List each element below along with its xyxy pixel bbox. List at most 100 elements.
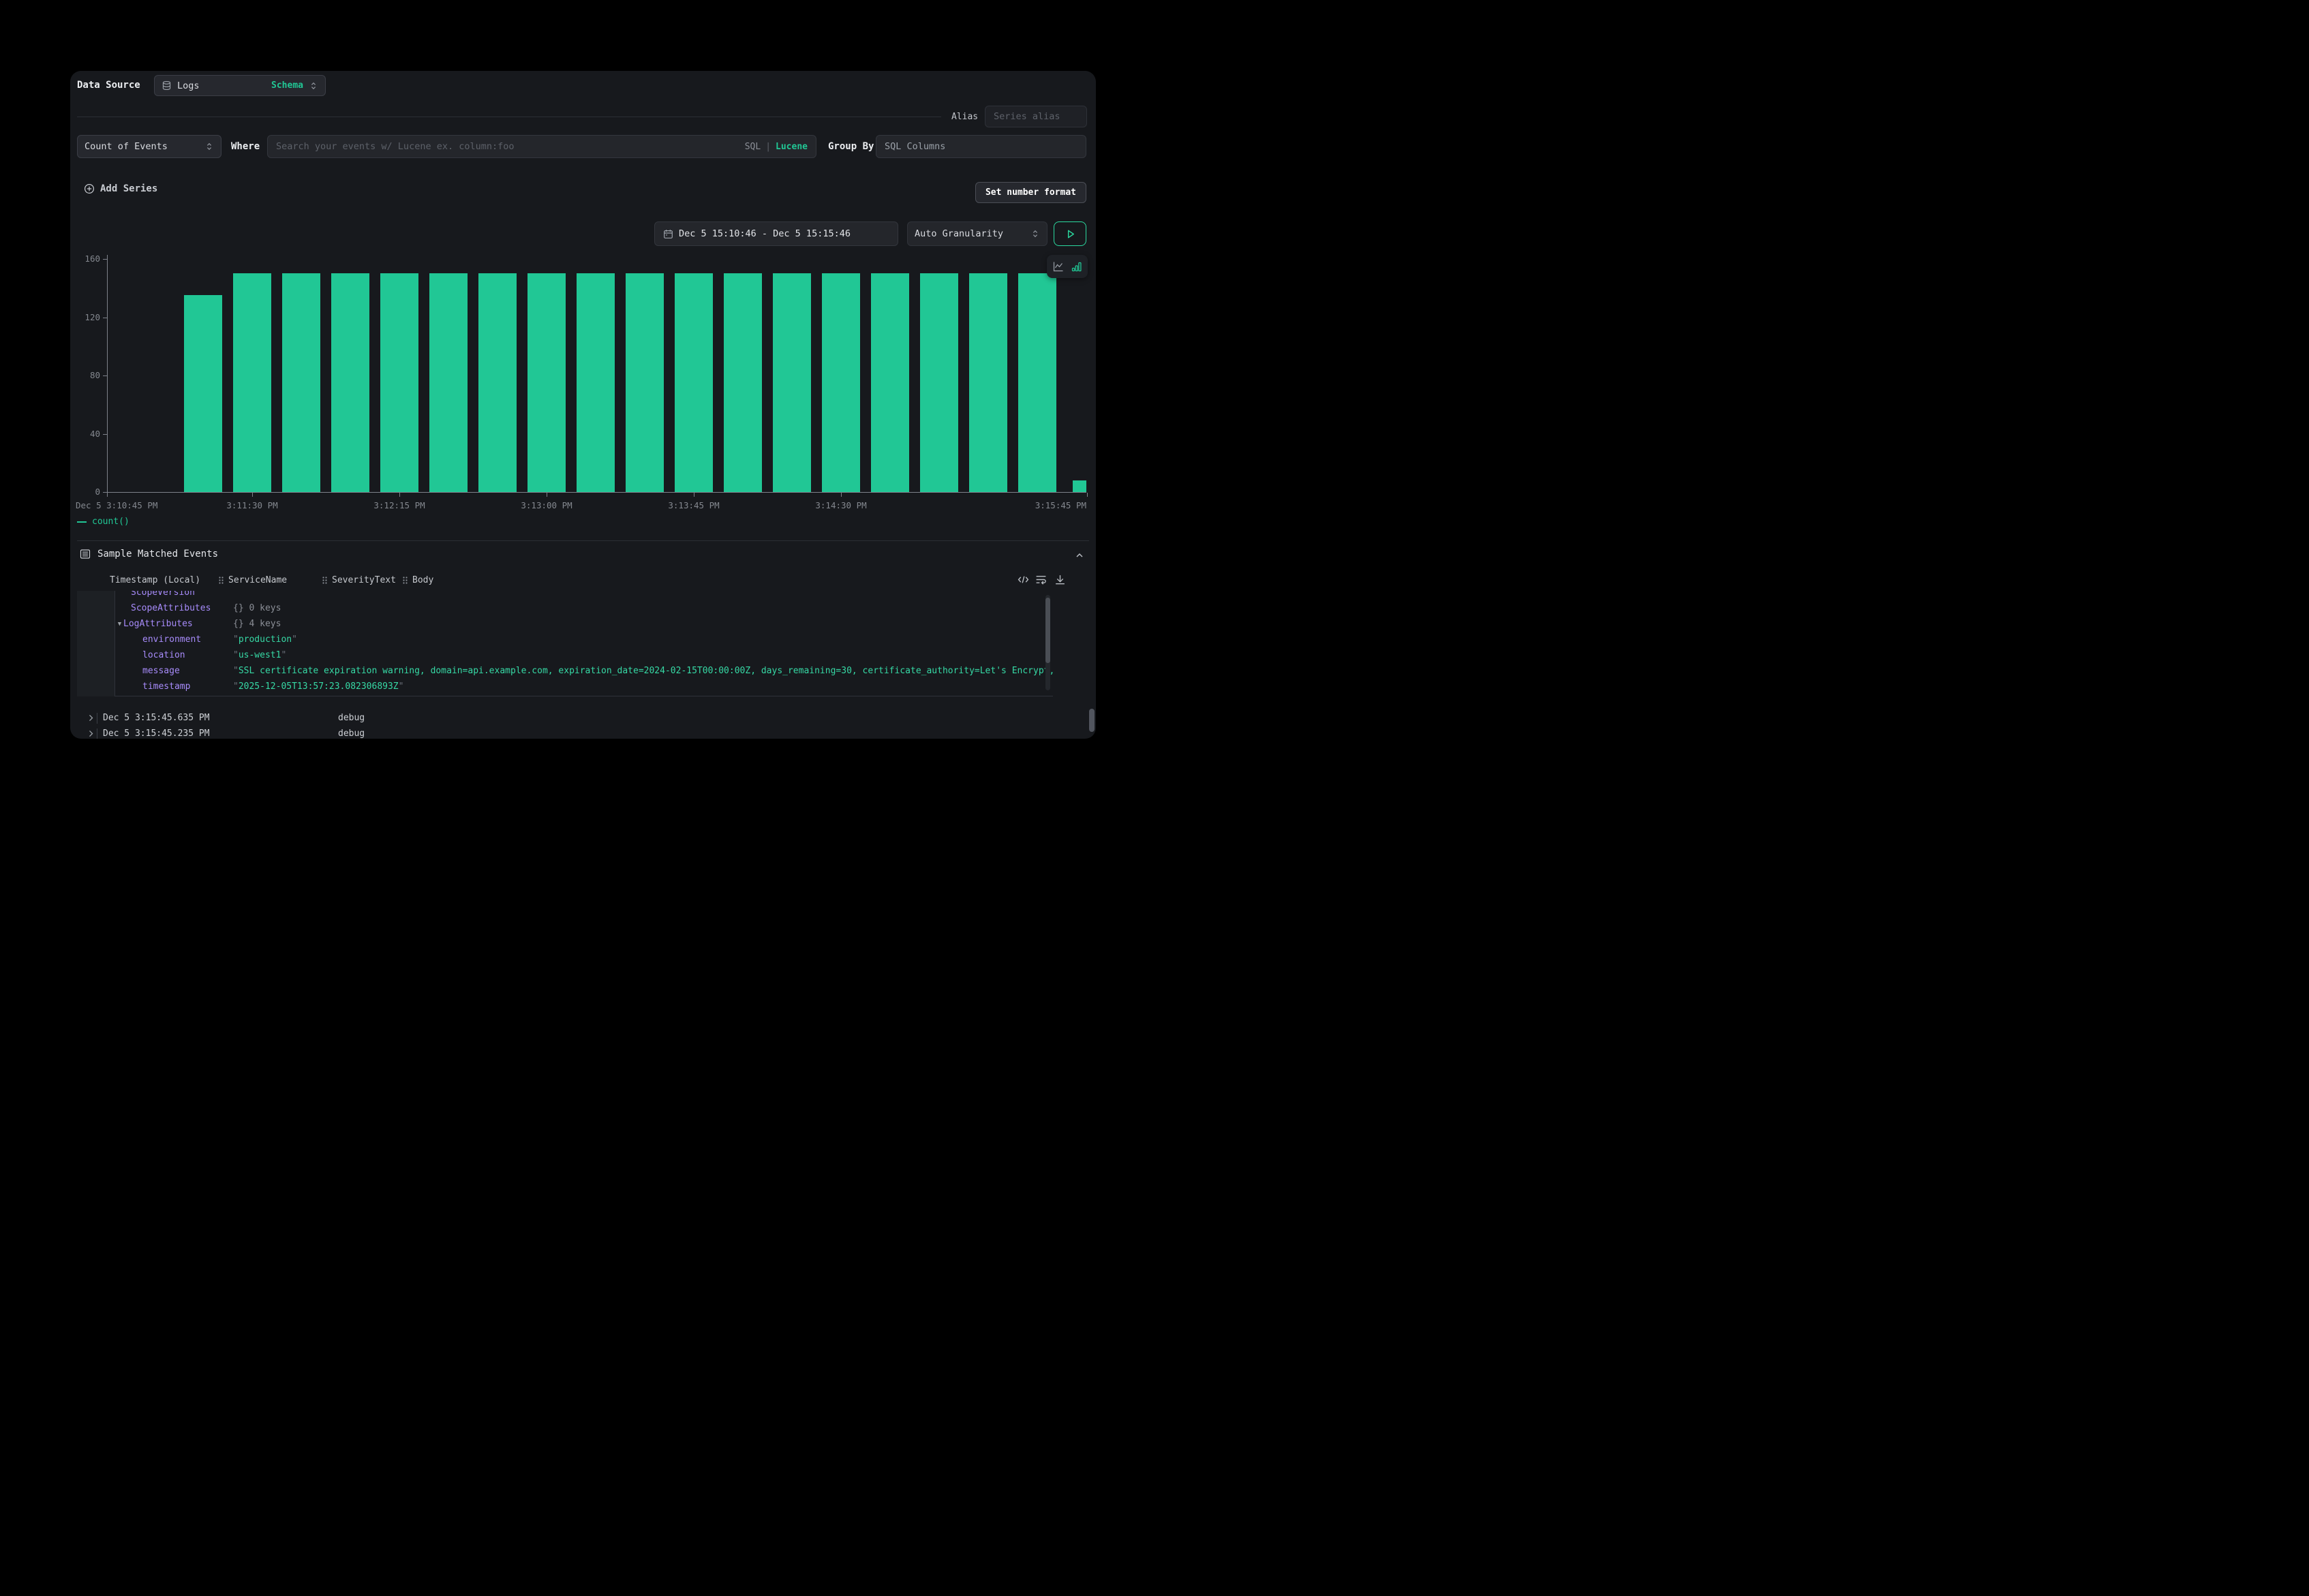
json-object-summary: 4 keys <box>249 619 281 629</box>
events-header: Sample Matched Events <box>80 549 218 559</box>
json-field-row[interactable]: ▼LogAttributes{} 4 keys <box>115 616 1053 632</box>
column-label: ServiceName <box>228 575 287 585</box>
json-object-summary: 0 keys <box>249 603 281 613</box>
x-axis-line <box>107 492 1086 493</box>
json-value: "us-west1" <box>233 650 1053 660</box>
event-timestamp: Dec 5 3:15:45.635 PM <box>103 713 210 723</box>
chart-bar[interactable] <box>675 273 714 492</box>
chart-bar[interactable] <box>626 273 664 492</box>
x-axis-tick <box>252 493 253 497</box>
json-key-cell: environment <box>115 634 233 645</box>
chart-bar[interactable] <box>724 273 763 492</box>
y-axis-tick-label: 160 <box>73 254 100 264</box>
chart-bar[interactable] <box>233 273 272 492</box>
chart-bar[interactable] <box>527 273 566 492</box>
wrap-text-icon[interactable] <box>1035 574 1047 585</box>
x-axis-tick <box>399 493 400 497</box>
braces-icon: {} <box>233 619 244 629</box>
quote-mark: " <box>233 591 239 598</box>
x-axis-tick-label: 3:13:00 PM <box>521 500 572 510</box>
chart-bar[interactable] <box>773 273 812 492</box>
collapse-chevron-icon[interactable] <box>1074 550 1085 561</box>
x-axis-tick <box>841 493 842 497</box>
timeseries-chart[interactable]: 04080120160Dec 5 3:10:45 PM3:11:30 PM3:1… <box>70 71 1096 548</box>
event-row[interactable]: Dec 5 3:15:45.235 PMdebug <box>70 726 1096 739</box>
json-value: "2025-12-05T13:57:23.082306893Z" <box>233 681 1053 692</box>
column-header-servicename[interactable]: ServiceName <box>218 575 287 585</box>
event-severity: debug <box>338 713 365 723</box>
chart-bar[interactable] <box>822 273 861 492</box>
event-timestamp: Dec 5 3:15:45.235 PM <box>103 728 210 739</box>
json-key-cell: ScopeAttributes <box>115 603 233 613</box>
list-icon <box>80 549 91 559</box>
column-header-severitytext[interactable]: SeverityText <box>322 575 396 585</box>
json-value: "SSL certificate expiration warning, dom… <box>233 666 1053 676</box>
code-view-icon[interactable] <box>1018 574 1029 585</box>
page: { "colors": { "accent": "#21c795", "bar"… <box>0 0 1154 798</box>
events-divider <box>77 540 1089 541</box>
row-expand-chevron-icon[interactable] <box>87 713 95 722</box>
json-key: environment <box>142 634 201 645</box>
column-header-timestamp[interactable]: Timestamp (Local) <box>110 575 200 585</box>
column-label: Timestamp (Local) <box>110 575 200 585</box>
quote-mark: " <box>281 650 286 660</box>
chart-bar[interactable] <box>920 273 959 492</box>
x-axis-tick-label: 3:15:45 PM <box>1035 500 1086 510</box>
expanded-event-json[interactable]: ScopeVersion""ScopeAttributes{} 0 keys▼L… <box>114 591 1053 696</box>
json-field-row[interactable]: environment"production" <box>115 632 1053 647</box>
json-key-cell: message <box>115 666 233 676</box>
json-scrollbar-thumb[interactable] <box>1045 598 1050 663</box>
legend-series-label: count() <box>92 517 129 527</box>
chart-bar[interactable] <box>871 273 910 492</box>
json-field-row[interactable]: message "SSL certificate expiration warni… <box>115 663 1053 679</box>
download-icon[interactable] <box>1054 574 1066 585</box>
chart-bar[interactable] <box>1073 480 1086 492</box>
chart-bar[interactable] <box>577 273 615 492</box>
json-scrollbar[interactable] <box>1045 595 1050 690</box>
y-axis-tick-label: 80 <box>73 370 100 380</box>
bar-chart-icon[interactable] <box>1071 261 1082 272</box>
json-string-value: 2025-12-05T13:57:23.082306893Z <box>239 681 399 692</box>
quote-mark: " <box>233 650 239 660</box>
chart-bar[interactable] <box>331 273 370 492</box>
chart-bar[interactable] <box>478 273 517 492</box>
json-field-row[interactable]: location"us-west1" <box>115 647 1053 663</box>
drag-handle-icon[interactable] <box>218 576 224 585</box>
column-label: SeverityText <box>332 575 396 585</box>
quote-mark: " <box>233 681 239 692</box>
json-value: {} 0 keys <box>233 603 1053 613</box>
chart-legend[interactable]: count() <box>77 517 129 527</box>
row-expand-chevron-icon[interactable] <box>87 729 95 738</box>
expand-triangle-icon[interactable]: ▼ <box>116 621 123 628</box>
chart-bar[interactable] <box>969 273 1008 492</box>
panel-scrollbar-thumb[interactable] <box>1089 709 1095 732</box>
json-field-row[interactable]: ScopeVersion "" <box>115 591 1053 600</box>
chart-bar[interactable] <box>184 295 223 492</box>
drag-handle-icon[interactable] <box>322 576 328 585</box>
chart-bar[interactable] <box>1018 273 1057 492</box>
chart-bar[interactable] <box>282 273 321 492</box>
line-chart-icon[interactable] <box>1053 261 1064 272</box>
json-key: ScopeVersion <box>131 591 195 598</box>
event-row[interactable]: Dec 5 3:15:45.635 PM debug <box>70 711 1096 726</box>
quote-mark: " <box>399 681 404 692</box>
json-key-cell: timestamp <box>115 681 233 692</box>
x-axis-tick-label: Dec 5 3:10:45 PM <box>76 500 157 510</box>
braces-icon: {} <box>233 603 244 613</box>
json-string-value: SSL certificate expiration warning, doma… <box>239 666 1053 676</box>
quote-mark: " <box>233 634 239 645</box>
chart-bar[interactable] <box>380 273 419 492</box>
json-key: message <box>142 666 180 676</box>
json-field-row[interactable]: timestamp"2025-12-05T13:57:23.082306893Z… <box>115 679 1053 694</box>
drag-handle-icon[interactable] <box>402 576 408 585</box>
column-label: Body <box>412 575 433 585</box>
y-axis-tick-label: 120 <box>73 312 100 322</box>
events-title: Sample Matched Events <box>97 549 218 559</box>
json-string-value: us-west1 <box>239 650 281 660</box>
chart-bar[interactable] <box>429 273 468 492</box>
column-header-body[interactable]: Body <box>402 575 433 585</box>
x-axis-tick <box>1087 493 1088 497</box>
json-field-row[interactable]: ScopeAttributes{} 0 keys <box>115 600 1053 616</box>
x-axis-tick-label: 3:13:45 PM <box>668 500 719 510</box>
quote-mark: " <box>239 591 244 598</box>
